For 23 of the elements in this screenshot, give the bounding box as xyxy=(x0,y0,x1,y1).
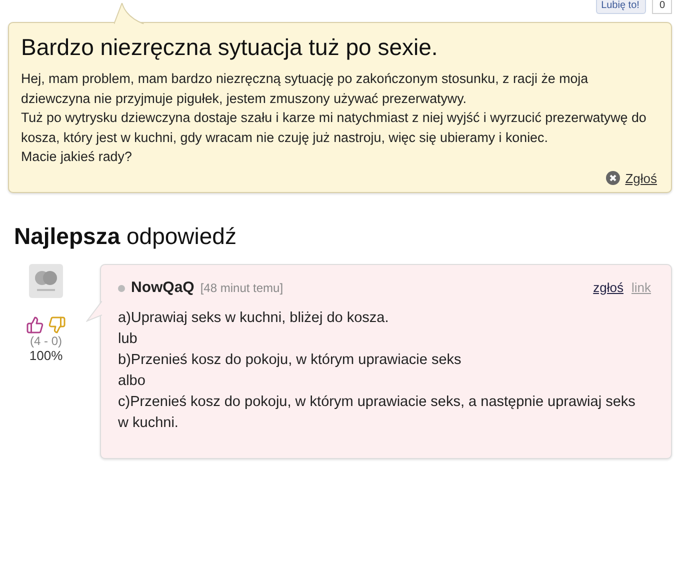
answer-text: a)Uprawiaj seks w kuchni, bliżej do kosza. xyxy=(118,308,390,328)
like-count: 0 xyxy=(652,0,672,14)
vote-percent: 100% xyxy=(29,348,63,362)
like-button[interactable]: Lubię to! xyxy=(596,0,646,14)
question-title: Bardzo niezręczna sytuacja tuż po sexie. xyxy=(21,33,439,61)
report-link[interactable]: Zgłoś xyxy=(625,170,657,186)
answer-text: lub xyxy=(118,330,138,348)
status-dot xyxy=(118,284,125,292)
thumbs-up-icon[interactable] xyxy=(26,316,44,334)
author-name: NowQaQ xyxy=(131,278,194,296)
vote-count: (4 - 0) xyxy=(30,334,62,348)
question-text: Macie jakieś rady? xyxy=(21,148,133,166)
section-heading: Najlepsza odpowiedź xyxy=(14,222,238,250)
close-icon xyxy=(606,171,620,185)
avatar-icon xyxy=(29,264,63,298)
question-text: Hej, mam problem, mam bardzo niezręczną sytuację po zakończonym stosunku, z racji że moja dziewczyna nie przyjmuje pigułek, jestem zmuszony używać prezerwatywy. xyxy=(21,70,590,108)
answer-text: albo xyxy=(118,372,146,390)
answer-text: c)Przenieś kosz do pokoju, w którym uprawiacie seks, a następnie uprawiaj seks w kuchni. xyxy=(118,392,636,432)
thumbs-down-icon[interactable] xyxy=(48,316,66,334)
report-link[interactable]: zgłoś xyxy=(593,280,624,294)
post-time: [48 minut temu] xyxy=(200,280,284,294)
question-text: Tuż po wytrysku dziewczyna dostaje szału i karze mi natychmiast z niej wyjść i wyrzucić prezerwatywę do kosza, który jest w kuchni, gdy wracam nie czuję już nastroju, więc się ubieramy i koniec. xyxy=(21,109,648,147)
answer-text: b)Przenieś kosz do pokoju, w którym uprawiacie seks xyxy=(118,350,462,370)
